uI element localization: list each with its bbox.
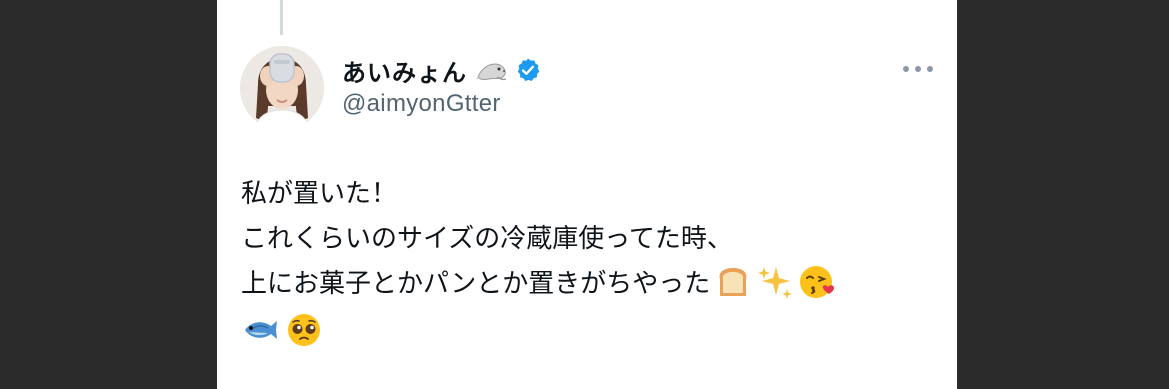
tweet-text-line: これくらいのサイズの冷蔵庫使ってた時、	[241, 224, 733, 254]
tweet-card[interactable]: あいみょん @aimyonGtter 私が置いた！ これくらいのサイズの冷蔵庫使…	[217, 0, 957, 389]
tweet-emoji-line	[241, 307, 941, 352]
tweet-header: あいみょん @aimyonGtter	[342, 52, 541, 118]
avatar-photo	[240, 46, 324, 130]
seal-icon	[475, 58, 509, 82]
pleading-face-icon	[285, 311, 323, 349]
display-name[interactable]: あいみょん	[342, 53, 467, 88]
tweet-text-line: 私が置いた！	[241, 179, 398, 209]
tweet-text-segment: 上にお菓子とかパンとか置きがちやった	[241, 269, 711, 299]
tweet-text: 私が置いた！ これくらいのサイズの冷蔵庫使ってた時、 上にお菓子とかパンとか置き…	[241, 172, 941, 352]
face-blowing-kiss-icon	[798, 263, 836, 301]
thread-connector-line	[280, 0, 283, 35]
fish-icon	[241, 311, 279, 349]
avatar[interactable]	[240, 46, 324, 130]
sparkles-icon	[756, 263, 794, 301]
bread-icon	[714, 263, 752, 301]
name-row: あいみょん	[342, 52, 541, 88]
tweet-text-line: 上にお菓子とかパンとか置きがちやった	[241, 262, 941, 307]
user-handle[interactable]: @aimyonGtter	[342, 90, 541, 118]
more-options-icon[interactable]	[903, 60, 933, 78]
verified-badge-icon[interactable]	[515, 57, 541, 83]
